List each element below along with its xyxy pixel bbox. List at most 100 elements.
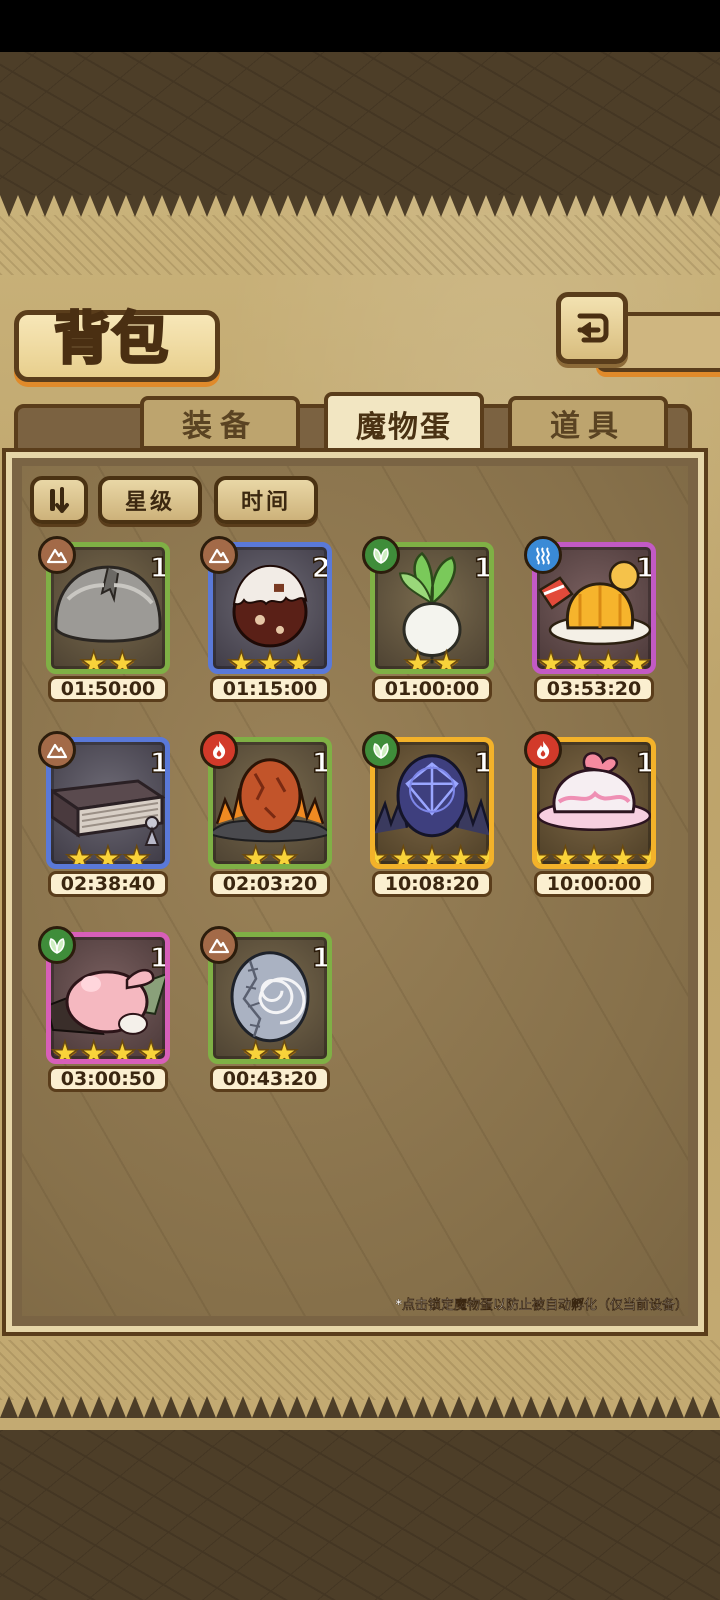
star-icon: ★ bbox=[122, 839, 152, 869]
hatch-timer: 02:38:40 bbox=[48, 871, 168, 897]
tab-monster-eggs[interactable]: 魔物蛋 bbox=[324, 392, 484, 456]
egg-count: 1 bbox=[149, 940, 169, 975]
egg-card[interactable]: 1 ★ ★ 02:03:20 bbox=[200, 731, 336, 902]
star-icon: ★ bbox=[64, 839, 94, 869]
star-icon: ★ bbox=[79, 644, 109, 674]
sort-by-star-button[interactable]: 星级 bbox=[98, 476, 202, 524]
lock-hint-text: *点击锁定魔物蛋以防止被自动孵化（仅当前设备） bbox=[395, 1298, 688, 1313]
egg-card[interactable]: 1 ★ ★ 01:00:00 bbox=[362, 536, 498, 707]
egg-card[interactable]: 1 ★ ★ ★ 02:38:40 bbox=[38, 731, 174, 902]
star-rating: ★★★★★ bbox=[375, 839, 489, 869]
egg-count: 1 bbox=[473, 550, 493, 585]
tab-equipment[interactable]: 装备 bbox=[140, 396, 300, 450]
star-rating: ★★★★★ bbox=[537, 839, 651, 869]
egg-count: 1 bbox=[149, 550, 169, 585]
sort-order-button[interactable] bbox=[30, 476, 88, 524]
star-icon: ★ bbox=[537, 841, 552, 864]
star-icon: ★ bbox=[226, 644, 256, 674]
tab-label: 装备 bbox=[182, 409, 258, 444]
fire-element-icon bbox=[200, 731, 238, 769]
plant-element-icon bbox=[362, 731, 400, 769]
earth-element-icon bbox=[200, 926, 238, 964]
star-icon: ★ bbox=[579, 839, 609, 869]
star-rating: ★ ★ ★ ★ bbox=[536, 644, 652, 674]
star-icon: ★ bbox=[388, 839, 418, 869]
egg-card[interactable]: 1 ★ ★ 01:50:00 bbox=[38, 536, 174, 707]
hatch-timer: 03:00:50 bbox=[48, 1066, 168, 1092]
star-icon: ★ bbox=[474, 841, 489, 864]
star-icon: ★ bbox=[136, 1034, 166, 1064]
egg-count: 1 bbox=[149, 745, 169, 780]
egg-count: 1 bbox=[311, 940, 331, 975]
map-band-top bbox=[0, 52, 720, 202]
water-element-icon bbox=[524, 536, 562, 574]
earth-element-icon bbox=[38, 731, 76, 769]
plant-element-icon bbox=[362, 536, 400, 574]
page-title-plate: 背包 bbox=[14, 300, 210, 373]
egg-card[interactable]: 1 ★ ★ 00:43:20 bbox=[200, 926, 336, 1097]
tab-label: 道具 bbox=[550, 409, 626, 444]
hatch-timer: 02:03:20 bbox=[210, 871, 330, 897]
hatch-timer: 03:53:20 bbox=[534, 676, 654, 702]
hatch-timer: 01:50:00 bbox=[48, 676, 168, 702]
egg-card[interactable]: 1 ★★★★★10:00:00 bbox=[524, 731, 660, 902]
star-icon: ★ bbox=[375, 841, 390, 864]
star-icon: ★ bbox=[593, 644, 623, 674]
sort-by-star-label: 星级 bbox=[124, 490, 175, 515]
map-band-bottom bbox=[0, 1420, 720, 1600]
star-icon: ★ bbox=[565, 644, 595, 674]
star-icon: ★ bbox=[107, 1034, 137, 1064]
star-icon: ★ bbox=[403, 644, 433, 674]
star-rating: ★ ★ ★ bbox=[213, 644, 327, 674]
star-icon: ★ bbox=[79, 1034, 109, 1064]
star-icon: ★ bbox=[241, 1034, 271, 1064]
earth-element-icon bbox=[38, 536, 76, 574]
star-icon: ★ bbox=[50, 1034, 80, 1064]
star-icon: ★ bbox=[536, 644, 566, 674]
hatch-stripe bbox=[0, 1340, 720, 1400]
hatch-timer: 01:15:00 bbox=[210, 676, 330, 702]
plant-element-icon bbox=[38, 926, 76, 964]
star-icon: ★ bbox=[446, 839, 476, 869]
hatch-timer: 10:08:20 bbox=[372, 871, 492, 897]
hatch-timer: 10:00:00 bbox=[534, 871, 654, 897]
star-rating: ★ ★ bbox=[375, 644, 489, 674]
star-icon: ★ bbox=[608, 839, 638, 869]
hatch-timer: 00:43:20 bbox=[210, 1066, 330, 1092]
hatch-stripe bbox=[0, 215, 720, 275]
egg-count: 2 bbox=[311, 550, 331, 585]
star-icon: ★ bbox=[636, 841, 651, 864]
sort-by-time-button[interactable]: 时间 bbox=[214, 476, 318, 524]
star-rating: ★ ★ bbox=[213, 839, 327, 869]
star-icon: ★ bbox=[622, 644, 652, 674]
page-title: 背包 bbox=[53, 304, 170, 373]
back-button[interactable] bbox=[556, 292, 628, 364]
star-icon: ★ bbox=[269, 1034, 299, 1064]
egg-card[interactable]: 2 ★ ★ ★ 01:15:00 bbox=[200, 536, 336, 707]
star-icon: ★ bbox=[417, 839, 447, 869]
star-rating: ★ ★ bbox=[213, 1034, 327, 1064]
egg-card[interactable]: 1 ★ ★ ★ ★ 03:00:50 bbox=[38, 926, 174, 1097]
egg-count: 1 bbox=[473, 745, 493, 780]
star-icon: ★ bbox=[284, 644, 314, 674]
star-rating: ★ ★ bbox=[51, 644, 165, 674]
return-icon bbox=[577, 313, 609, 343]
star-icon: ★ bbox=[107, 644, 137, 674]
fire-element-icon bbox=[524, 731, 562, 769]
egg-count: 1 bbox=[311, 745, 331, 780]
tab-items[interactable]: 道具 bbox=[508, 396, 668, 450]
egg-count: 1 bbox=[635, 550, 655, 585]
tab-label: 魔物蛋 bbox=[356, 410, 452, 445]
sort-order-icon bbox=[50, 487, 69, 513]
egg-card[interactable]: 1★★★★★10:08:20 bbox=[362, 731, 498, 902]
earth-element-icon bbox=[200, 536, 238, 574]
egg-count: 1 bbox=[635, 745, 655, 780]
star-rating: ★ ★ ★ ★ bbox=[50, 1034, 166, 1064]
egg-card[interactable]: 1 ★ ★ ★ ★ 03:53:20 bbox=[524, 536, 660, 707]
star-icon: ★ bbox=[431, 644, 461, 674]
star-icon: ★ bbox=[269, 839, 299, 869]
hatch-timer: 01:00:00 bbox=[372, 676, 492, 702]
sort-by-time-label: 时间 bbox=[240, 490, 291, 515]
chocolate-egg bbox=[220, 554, 320, 658]
star-rating: ★ ★ ★ bbox=[51, 839, 165, 869]
